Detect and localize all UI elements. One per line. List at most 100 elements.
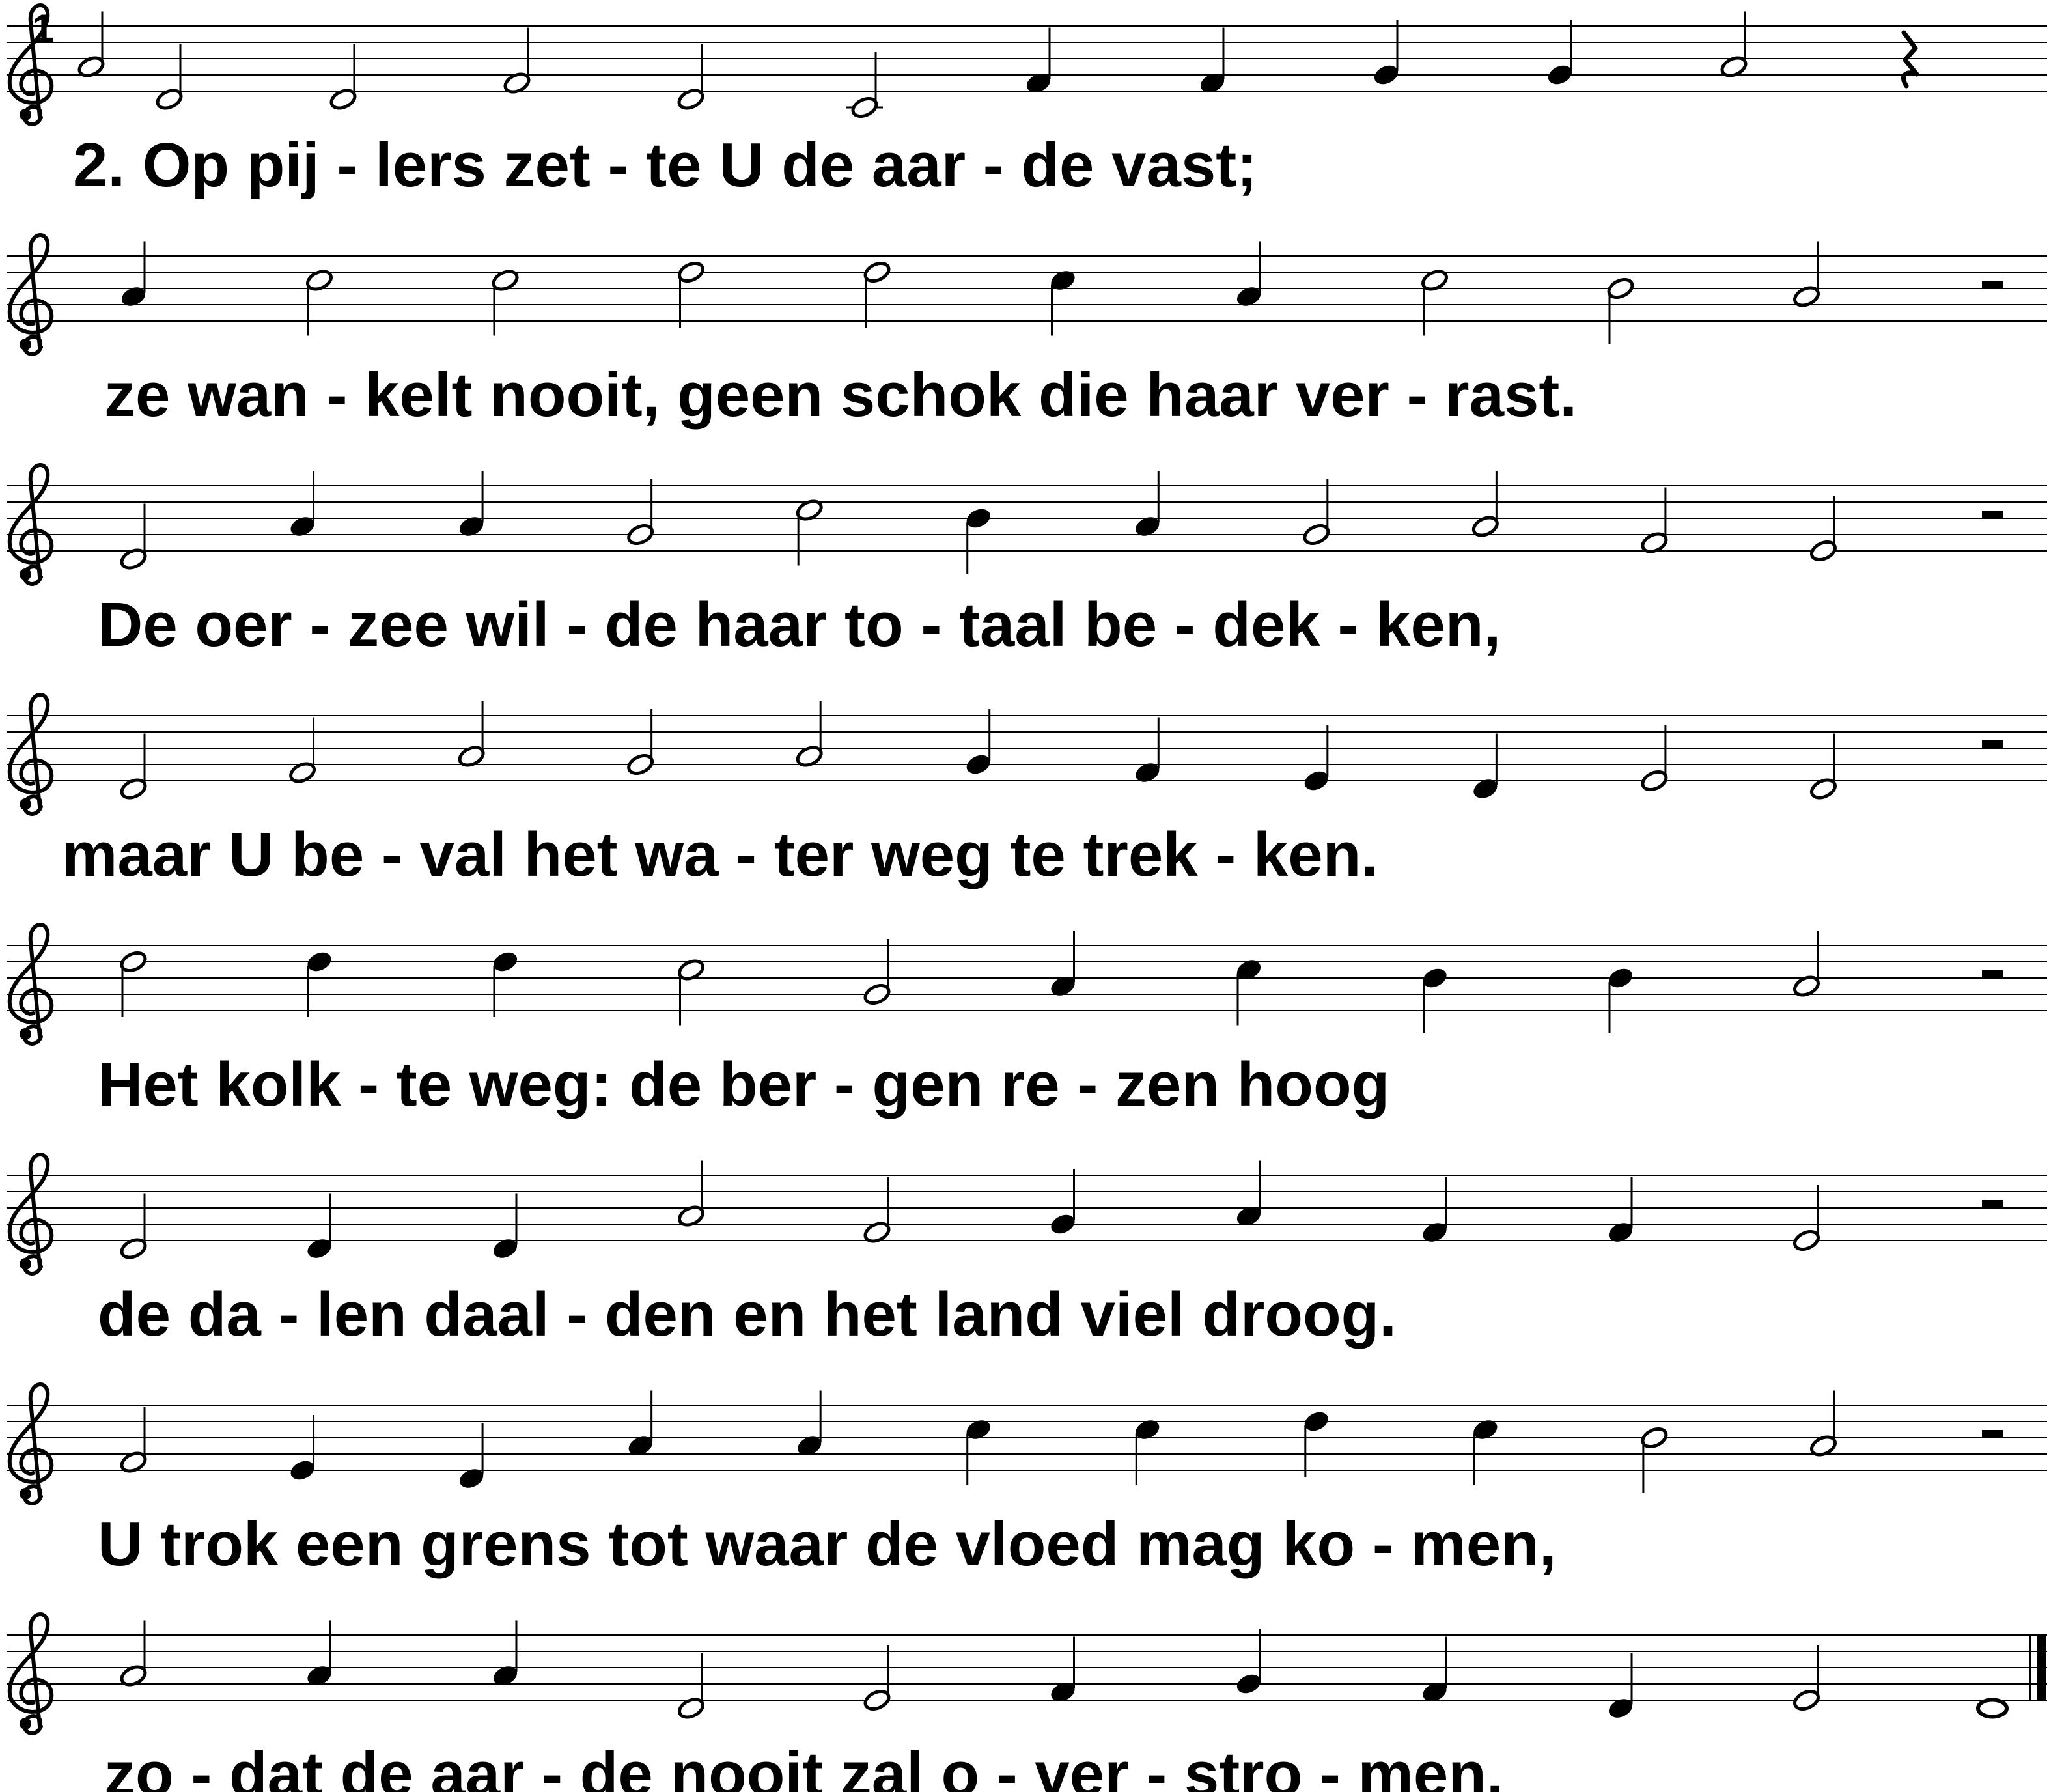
- lyric-syllable: grens: [403, 1509, 591, 1579]
- lyric-syllable: de: [98, 1280, 171, 1349]
- lyric-syllable: zo: [104, 1739, 174, 1792]
- note: [863, 261, 891, 328]
- note: [1641, 725, 1668, 792]
- half-rest: [1982, 1200, 2003, 1208]
- note: [1473, 733, 1498, 798]
- treble-clef-dot: [20, 1718, 31, 1729]
- lyric-hyphen: -: [1302, 1739, 1341, 1792]
- lyric-syllable: ko: [1264, 1509, 1355, 1579]
- note: [1608, 1653, 1633, 1718]
- note: [1303, 479, 1330, 546]
- lyric-syllable: de: [563, 1739, 653, 1792]
- lyric-hyphen: -: [1320, 590, 1359, 660]
- note: [1473, 1420, 1498, 1485]
- treble-clef-icon: [7, 1153, 54, 1276]
- note: [1236, 241, 1261, 306]
- lyric-syllable: ber: [702, 1050, 816, 1119]
- treble-clef-dot: [20, 568, 31, 580]
- note: [1548, 20, 1572, 85]
- lyric-syllable: vloed: [938, 1509, 1119, 1579]
- lyric-syllable: het: [507, 820, 618, 889]
- lyric-syllable: maar: [62, 820, 212, 889]
- treble-clef-dot: [20, 109, 31, 120]
- measure-number: 1: [32, 7, 53, 50]
- treble-clef-icon: [7, 693, 54, 816]
- treble-clef-icon: [7, 923, 54, 1046]
- lyric-syllable: de: [848, 1509, 938, 1579]
- note: [1051, 1169, 1075, 1234]
- note: [1471, 471, 1499, 537]
- lyric-syllable: ter: [757, 820, 854, 889]
- lyric-syllable: en: [716, 1280, 807, 1349]
- note: [863, 1645, 891, 1711]
- lyric-syllable: kolk: [199, 1050, 341, 1119]
- note: [1607, 277, 1634, 344]
- lyric-syllable: men,: [1393, 1509, 1557, 1579]
- staff-system: Het kolk - te weg: de ber - gen re - zen…: [7, 923, 2047, 1119]
- note: [628, 1390, 653, 1455]
- treble-clef-icon: [7, 233, 54, 356]
- lyric-syllable: val: [402, 820, 507, 889]
- note: [1374, 20, 1399, 85]
- treble-clef-path: [7, 233, 54, 356]
- treble-clef-path: [7, 1153, 54, 1276]
- lyric-syllable: tot: [591, 1509, 688, 1579]
- lyric-syllable: weg:: [452, 1050, 611, 1119]
- note: [290, 471, 315, 536]
- lyric-hyphen: -: [174, 1739, 212, 1792]
- note: [1810, 1390, 1837, 1457]
- note: [798, 1390, 822, 1455]
- note: [290, 1415, 315, 1480]
- lyric-syllable: de: [587, 590, 678, 660]
- treble-clef-dot: [20, 1028, 31, 1040]
- lyric-syllable: trok: [143, 1509, 279, 1579]
- lyric-syllable: dat: [212, 1739, 323, 1792]
- lyric-syllable: aar: [854, 130, 966, 200]
- lyric-syllable: De: [98, 590, 178, 660]
- lyric-syllable: wa: [618, 820, 719, 889]
- lyric-syllable: nooit: [653, 1739, 823, 1792]
- note: [493, 952, 518, 1017]
- lyric-hyphen: -: [1389, 360, 1428, 430]
- note: [493, 1193, 518, 1258]
- note: [1810, 733, 1837, 800]
- staff-system: ze wan - kelt nooit, geen schok die haar…: [7, 233, 2047, 430]
- note: [120, 1407, 147, 1473]
- treble-clef-icon: [7, 1612, 54, 1735]
- lyric-syllable: taal: [941, 590, 1066, 660]
- note: [1720, 11, 1748, 77]
- lyric-hyphen: -: [718, 820, 757, 889]
- lyric-hyphen: -: [591, 130, 629, 200]
- lyric-syllable: trek: [1066, 820, 1198, 889]
- lyric-syllable: schok: [823, 360, 1022, 430]
- note: [1608, 968, 1633, 1033]
- note: [493, 1620, 518, 1685]
- lyric-line: ze wan - kelt nooit, geen schok die haar…: [104, 360, 1577, 430]
- note: [1641, 1427, 1668, 1493]
- treble-clef-path: [7, 1612, 54, 1735]
- note: [156, 44, 183, 110]
- lyric-syllable: een: [278, 1509, 403, 1579]
- note: [460, 471, 484, 536]
- note: [1304, 1412, 1328, 1477]
- lyric-syllable: zen: [1098, 1050, 1220, 1119]
- note: [120, 951, 147, 1017]
- note: [678, 959, 704, 1026]
- lyric-hyphen: -: [1060, 1050, 1098, 1119]
- half-rest: [1982, 281, 2003, 288]
- treble-clef-path: [7, 923, 54, 1046]
- lyric-syllable: zee: [330, 590, 448, 660]
- note: [1423, 1177, 1447, 1242]
- note: [627, 709, 654, 776]
- lyric-line: zo - dat de aar - de nooit zal o - ver -…: [104, 1739, 1504, 1792]
- lyric-syllable: ken,: [1358, 590, 1501, 660]
- lyric-syllable: de: [764, 130, 855, 200]
- note: [1304, 725, 1329, 791]
- note: [1793, 931, 1820, 997]
- lyric-hyphen: -: [550, 1280, 588, 1349]
- lyric-syllable: den: [587, 1280, 716, 1349]
- lyric-line: De oer - zee wil - de haar to - taal be …: [98, 590, 1501, 660]
- lyric-syllable: be: [1066, 590, 1157, 660]
- lyric-syllable: te: [379, 1050, 452, 1119]
- note: [1026, 27, 1051, 92]
